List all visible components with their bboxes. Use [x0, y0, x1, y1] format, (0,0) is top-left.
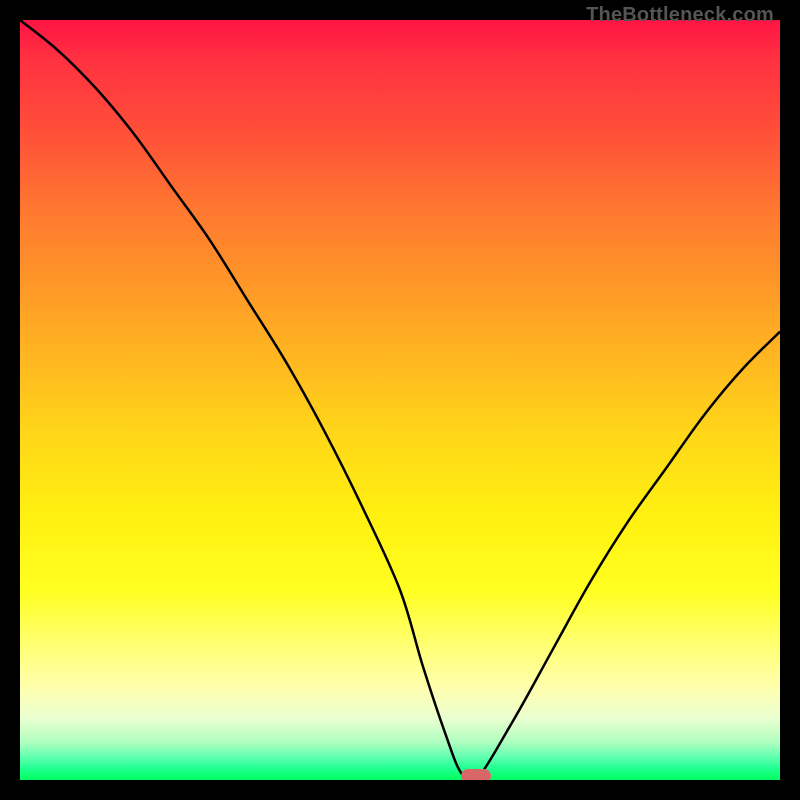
bottleneck-curve	[20, 20, 780, 780]
plot-gradient-background	[20, 20, 780, 780]
watermark-text: TheBottleneck.com	[586, 4, 774, 27]
chart-container: TheBottleneck.com	[0, 0, 800, 800]
optimal-point-marker	[461, 769, 491, 780]
